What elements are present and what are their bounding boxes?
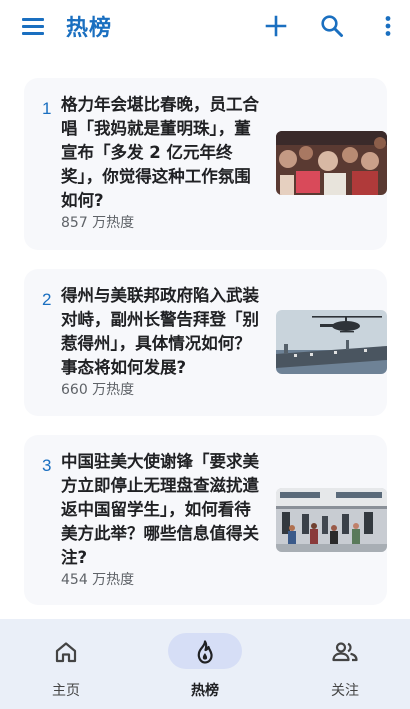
people-icon [331, 639, 359, 669]
heat-count: 857 万热度 [61, 215, 135, 231]
heat-count: 660 万热度 [61, 382, 135, 398]
nav-home-label: 主页 [52, 683, 80, 699]
fire-icon [192, 639, 218, 669]
hot-list-item-1[interactable]: 1 格力年会堪比春晚，员工合唱「我妈就是董明珠」，董宣布「多发 2 亿元年终奖」… [24, 78, 387, 250]
menu-icon[interactable] [20, 14, 46, 38]
top-app-bar: 热榜 [0, 0, 410, 52]
hot-list-item-3[interactable]: 3 中国驻美大使谢锋「要求美方立即停止无理盘查滋扰遣返中国留学生」，如何看待美方… [24, 435, 387, 605]
search-icon[interactable] [319, 13, 345, 39]
more-vert-icon[interactable] [375, 13, 401, 39]
nav-home[interactable]: 主页 [0, 619, 134, 709]
nav-hot[interactable]: 热榜 [137, 619, 273, 709]
heat-count: 454 万热度 [61, 572, 135, 588]
item-thumbnail [276, 310, 387, 374]
bottom-navigation: 主页 热榜 关注 [0, 619, 410, 709]
rank-number: 2 [42, 290, 52, 309]
hot-list-item-2[interactable]: 2 得州与美联邦政府陷入武装对峙，副州长警告拜登「别惹得州」，具体情况如何？事态… [24, 269, 387, 416]
item-title: 格力年会堪比春晚，员工合唱「我妈就是董明珠」，董宣布「多发 2 亿元年终奖」，你… [61, 95, 259, 210]
add-icon[interactable] [263, 13, 289, 39]
page-title: 热榜 [66, 16, 113, 41]
nav-follow[interactable]: 关注 [277, 619, 410, 709]
item-title: 中国驻美大使谢锋「要求美方立即停止无理盘查滋扰遣返中国留学生」，如何看待美方此举… [61, 452, 259, 567]
rank-number: 1 [42, 99, 52, 118]
nav-hot-label: 热榜 [191, 683, 219, 699]
item-title: 得州与美联邦政府陷入武装对峙，副州长警告拜登「别惹得州」，具体情况如何？事态将如… [61, 286, 259, 377]
item-thumbnail [276, 488, 387, 552]
nav-follow-label: 关注 [331, 683, 359, 699]
home-icon [53, 639, 79, 669]
rank-number: 3 [42, 456, 52, 475]
item-thumbnail [276, 131, 387, 195]
